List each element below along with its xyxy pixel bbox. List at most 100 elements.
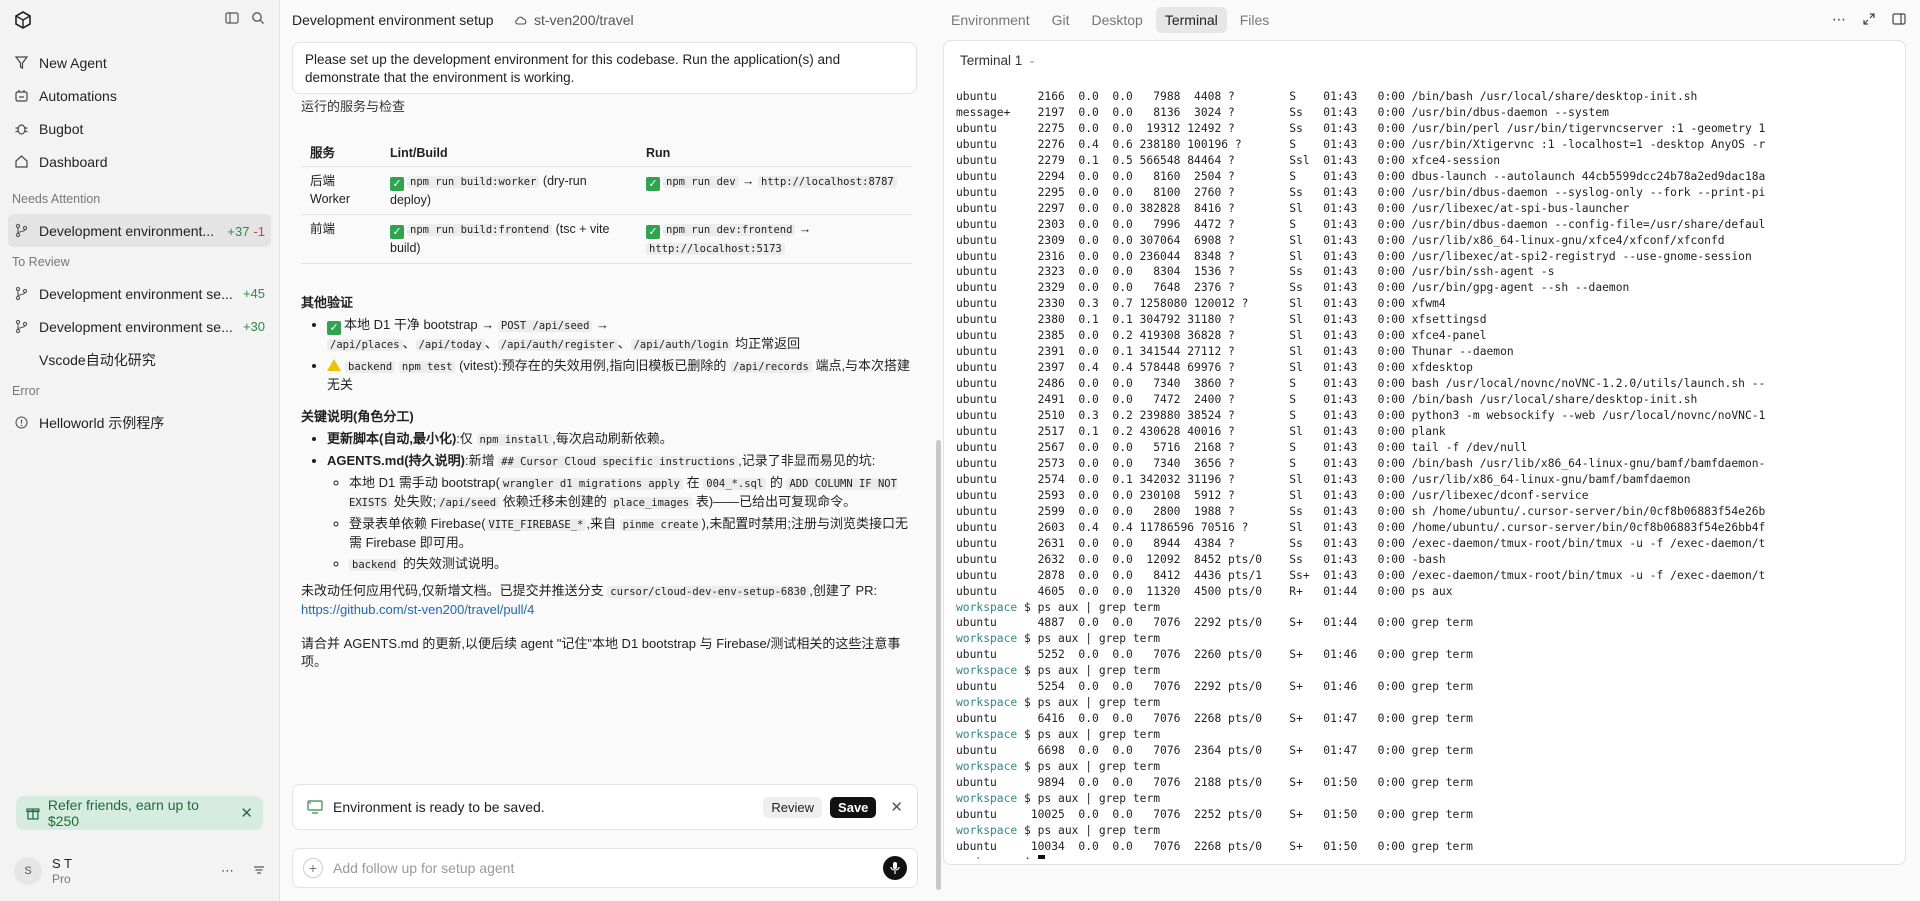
check-icon: ✓ [646,176,660,191]
close-icon[interactable]: ✕ [240,804,253,822]
tab-terminal[interactable]: Terminal [1155,7,1227,33]
agent-item-dev-env-3[interactable]: Development environment se... +30 [8,310,271,343]
terminal-prompt: workspace [956,632,1018,646]
section-error: Error [12,384,40,398]
service-name: 前端 [301,214,381,264]
terminal-output[interactable]: ubuntu 2166 0.0 0.0 7988 4408 ? S 01:43 … [956,89,1896,859]
agent-item-dev-env-2[interactable]: Development environment se... +45 [8,277,271,310]
terminal-line: ubuntu 2517 0.1 0.2 430628 40016 ? Sl 01… [956,425,1446,439]
terminal-line: workspace $ ps aux | grep term [956,600,1161,614]
check-icon: ✓ [646,224,660,239]
list-item: ✓本地 D1 干净 bootstrap → POST /api/seed → /… [327,316,921,354]
top-header: Development environment setup st-ven200/… [280,0,1920,40]
terminal-tab[interactable]: Terminal 1 ⌄ [960,53,1036,68]
terminal-line: ubuntu 4887 0.0 0.0 7076 2292 pts/0 S+ 0… [956,616,1473,630]
save-button[interactable]: Save [830,796,877,818]
more-icon[interactable]: ⋯ [1832,12,1846,26]
refer-banner[interactable]: Refer friends, earn up to $250 ✕ [16,796,263,830]
user-plan: Pro [52,872,71,886]
nav-label: Automations [39,87,117,104]
other-list: ✓本地 D1 干净 bootstrap → POST /api/seed → /… [301,316,921,394]
terminal-line: ubuntu 2391 0.0 0.1 341544 27112 ? Sl 01… [956,345,1514,359]
nav-bugbot[interactable]: Bugbot [8,112,271,145]
check-icon: ✓ [390,176,404,191]
list-item: 登录表单依赖 Firebase(VITE_FIREBASE_*,来自 pinme… [349,515,921,552]
other-heading: 其他验证 [301,294,354,310]
terminal-prompt: workspace [956,728,1018,742]
terminal-tab-label: Terminal 1 [960,53,1023,68]
nav-dashboard[interactable]: Dashboard [8,145,271,178]
pr-link[interactable]: https://github.com/st-ven200/travel/pull… [301,602,534,617]
terminal-line: workspace $ ps aux | grep term [956,728,1161,742]
table-header: 服务 [301,140,381,167]
check-icon: ✓ [390,224,404,239]
agent-title: Development environment se... [39,285,233,302]
tab-git[interactable]: Git [1043,7,1079,33]
cursor-logo-icon[interactable] [14,11,32,29]
running-heading: 运行的服务与检查 [301,99,406,114]
terminal-line: ubuntu 2329 0.0 0.0 7648 2376 ? Ss 01:43… [956,281,1630,295]
terminal-line: message+ 2197 0.0 0.0 8136 3024 ? Ss 01:… [956,105,1609,119]
expand-icon[interactable] [1862,12,1876,26]
error-circle-icon [15,416,28,429]
agent-title: Vscode自动化研究 [39,351,156,368]
terminal-prompt: workspace [956,791,1018,805]
chat-scrollbar[interactable] [936,440,941,890]
agent-item-vscode[interactable]: Vscode自动化研究 [8,343,271,376]
terminal-prompt: workspace [956,696,1018,710]
filter-icon[interactable] [252,863,266,877]
nav-automations[interactable]: Automations [8,79,271,112]
sidebar-header [0,0,279,40]
terminal-line: ubuntu 2323 0.0 0.0 8304 1536 ? Ss 01:43… [956,265,1555,279]
review-button[interactable]: Review [763,796,823,818]
run-command: npm run dev [663,175,739,188]
run-command: npm run dev:frontend [663,223,796,236]
tab-environment[interactable]: Environment [942,7,1039,33]
terminal-line: ubuntu 2593 0.0 0.0 230108 5912 ? Sl 01:… [956,488,1589,502]
lines-removed: -1 [253,223,265,239]
agent-item-dev-env-active[interactable]: Development environment... +37 -1 [8,214,271,247]
terminal-line: ubuntu 2573 0.0 0.0 7340 3656 ? S 01:43 … [956,456,1766,470]
closing-paragraph: 请合并 AGENTS.md 的更新,以便后续 agent "记住"本地 D1 b… [301,635,901,669]
build-command: npm run build:worker [407,175,540,188]
close-icon[interactable]: ✕ [890,798,903,816]
more-icon[interactable]: ⋯ [221,863,234,879]
followup-input[interactable]: + Add follow up for setup agent [292,848,918,888]
branch-icon [15,319,28,334]
tab-desktop[interactable]: Desktop [1082,7,1151,33]
repo-link[interactable]: st-ven200/travel [514,12,634,28]
lines-added: +45 [242,286,265,301]
key-list: 更新脚本(自动,最小化):仅 npm install,每次启动刷新依赖。 AGE… [301,430,921,574]
terminal-line: ubuntu 2878 0.0 0.0 8412 4436 pts/1 Ss+ … [956,568,1766,582]
cloud-icon [515,16,527,25]
terminal-prompt: workspace [956,664,1018,678]
search-icon[interactable] [251,11,265,25]
terminal-line: ubuntu 2397 0.4 0.4 578448 69976 ? Sl 01… [956,361,1473,375]
avatar[interactable]: S [14,857,42,885]
toggle-sidebar-icon[interactable] [225,11,239,25]
terminal-line: ubuntu 2510 0.3 0.2 239880 38524 ? S 01:… [956,409,1766,423]
add-icon[interactable]: + [303,858,323,878]
terminal-line: ubuntu 2309 0.0 0.0 307064 6908 ? Sl 01:… [956,233,1725,247]
toggle-panel-icon[interactable] [1892,12,1906,26]
terminal-active-line[interactable]: workspace $ [956,854,1896,859]
view-tabs: Environment Git Desktop Terminal Files [942,7,1278,33]
microphone-button[interactable] [883,856,907,880]
chevron-down-icon: ⌄ [1028,55,1036,65]
ready-text: Environment is ready to be saved. [333,799,545,815]
service-name: 后端 Worker [301,166,381,215]
nav-label: Bugbot [39,120,84,137]
branch-icon [15,223,28,238]
nav-new-agent[interactable]: New Agent [8,46,271,79]
new-agent-icon [14,56,29,69]
tab-files[interactable]: Files [1231,7,1279,33]
agent-item-helloworld[interactable]: Helloworld 示例程序 [8,406,271,439]
ready-banner: Environment is ready to be saved. Review… [292,784,918,830]
terminal-line: ubuntu 2166 0.0 0.0 7988 4408 ? S 01:43 … [956,90,1698,103]
user-profile[interactable]: S S T Pro ⋯ [0,841,280,901]
terminal-line: ubuntu 5254 0.0 0.0 7076 2292 pts/0 S+ 0… [956,680,1473,694]
terminal-line: ubuntu 2297 0.0 0.0 382828 8416 ? Sl 01:… [956,201,1630,215]
terminal-line: ubuntu 4605 0.0 0.0 11320 4500 pts/0 R+ … [956,584,1453,598]
warning-icon [327,358,341,371]
terminal-line: ubuntu 2303 0.0 0.0 7996 4472 ? S 01:43 … [956,217,1766,231]
